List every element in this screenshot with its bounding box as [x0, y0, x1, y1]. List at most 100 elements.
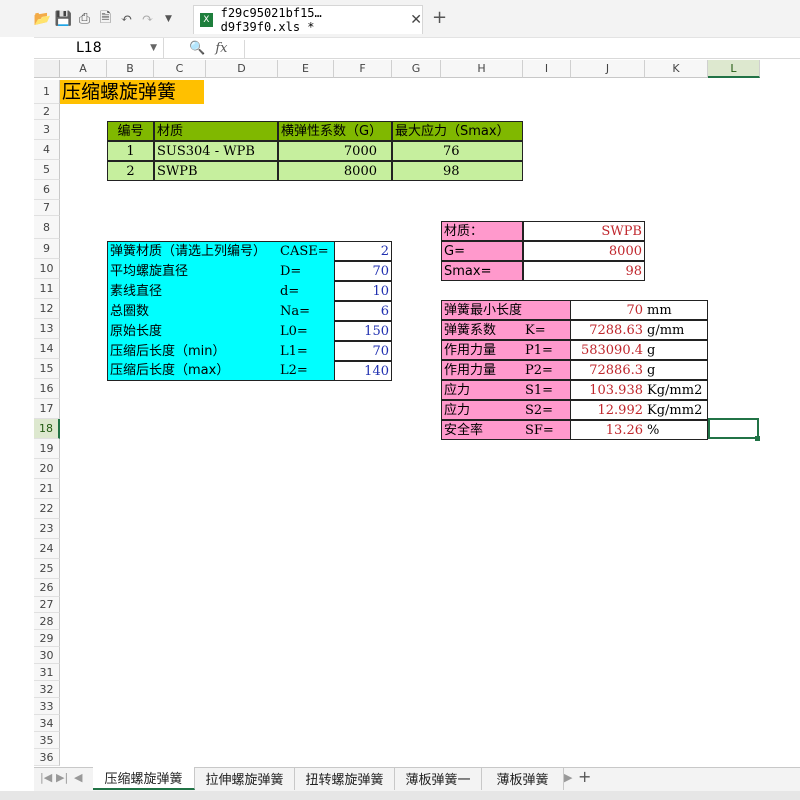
row-header-33[interactable]: 33 [34, 698, 60, 715]
result-label[interactable]: 应力 [441, 380, 523, 400]
material-info-label[interactable]: Smax= [441, 261, 523, 281]
row-header-13[interactable]: 13 [34, 319, 60, 339]
row-header-23[interactable]: 23 [34, 519, 60, 539]
add-sheet-button[interactable]: + [578, 767, 591, 786]
row-header-3[interactable]: 3 [34, 120, 60, 140]
material-cell[interactable]: 2 [107, 161, 154, 181]
column-header-a[interactable]: A [60, 60, 107, 78]
column-header-k[interactable]: K [645, 60, 708, 78]
input-value[interactable]: 10 [334, 281, 392, 301]
input-label[interactable]: 素线直径 [107, 281, 278, 301]
material-cell[interactable]: 76 [392, 141, 523, 161]
row-header-34[interactable]: 34 [34, 715, 60, 732]
material-info-value[interactable]: 98 [523, 261, 645, 281]
input-symbol[interactable]: L0= [278, 321, 334, 341]
material-info-value[interactable]: 8000 [523, 241, 645, 261]
column-header-b[interactable]: B [107, 60, 154, 78]
sheet-tab-5[interactable]: 薄板弹簧 [482, 767, 564, 790]
row-header-31[interactable]: 31 [34, 664, 60, 681]
sheet-tab-1[interactable]: 压缩螺旋弹簧 [93, 767, 195, 790]
last-sheet-icon[interactable]: ▶| [56, 771, 68, 784]
row-header-6[interactable]: 6 [34, 180, 60, 200]
result-label[interactable]: 应力 [441, 400, 523, 420]
sheet-title[interactable]: 压缩螺旋弹簧 [60, 80, 204, 104]
result-label[interactable]: 作用力量 [441, 360, 523, 380]
row-header-32[interactable]: 32 [34, 681, 60, 698]
row-header-27[interactable]: 27 [34, 597, 60, 613]
result-value[interactable]: 7288.63 [571, 320, 645, 340]
fill-handle[interactable] [755, 436, 760, 441]
result-label[interactable]: 作用力量 [441, 340, 523, 360]
result-unit[interactable]: % [645, 420, 708, 440]
row-header-12[interactable]: 12 [34, 299, 60, 319]
row-header-11[interactable]: 11 [34, 279, 60, 299]
undo-icon[interactable]: ↶ [118, 11, 135, 28]
row-header-30[interactable]: 30 [34, 647, 60, 664]
result-value[interactable]: 70 [571, 300, 645, 320]
formula-input[interactable] [244, 40, 800, 58]
row-header-28[interactable]: 28 [34, 613, 60, 630]
selected-cell-l18[interactable] [708, 418, 759, 439]
input-label[interactable]: 压缩后长度（min） [107, 341, 278, 361]
column-header-i[interactable]: I [523, 60, 571, 78]
column-header-c[interactable]: C [154, 60, 206, 78]
input-label[interactable]: 总圈数 [107, 301, 278, 321]
dropdown-icon[interactable]: ▼ [160, 11, 177, 28]
result-label[interactable]: 弹簧最小长度 [441, 300, 523, 320]
column-header-l[interactable]: L [708, 60, 760, 78]
column-header-h[interactable]: H [441, 60, 523, 78]
row-header-8[interactable]: 8 [34, 216, 60, 239]
redo-icon[interactable]: ↷ [139, 11, 156, 28]
row-header-20[interactable]: 20 [34, 459, 60, 479]
row-header-5[interactable]: 5 [34, 160, 60, 180]
row-header-26[interactable]: 26 [34, 579, 60, 597]
print-icon[interactable]: ⎙ [76, 11, 93, 28]
input-label[interactable]: 平均螺旋直径 [107, 261, 278, 281]
material-cell[interactable]: 8000 [278, 161, 392, 181]
row-header-24[interactable]: 24 [34, 539, 60, 559]
row-header-21[interactable]: 21 [34, 479, 60, 499]
print-preview-icon[interactable]: 🗎 [97, 10, 114, 28]
input-symbol[interactable]: d= [278, 281, 334, 301]
row-header-2[interactable]: 2 [34, 104, 60, 120]
result-symbol[interactable]: S2= [523, 400, 571, 420]
input-value[interactable]: 140 [334, 361, 392, 381]
result-value[interactable]: 103.938 [571, 380, 645, 400]
row-header-19[interactable]: 19 [34, 439, 60, 459]
material-header-g[interactable]: 横弹性系数（G） [278, 121, 392, 141]
result-value[interactable]: 12.992 [571, 400, 645, 420]
open-folder-icon[interactable]: 📂 [34, 11, 51, 28]
result-symbol[interactable]: P2= [523, 360, 571, 380]
result-unit[interactable]: g/mm [645, 320, 708, 340]
input-label[interactable]: 弹簧材质（请选上列编号） [107, 241, 278, 261]
column-header-f[interactable]: F [334, 60, 392, 78]
row-header-7[interactable]: 7 [34, 200, 60, 216]
result-value[interactable]: 583090.4 [571, 340, 645, 360]
result-unit[interactable]: Kg/mm2 [645, 400, 708, 420]
result-symbol[interactable]: K= [523, 320, 571, 340]
input-symbol[interactable]: D= [278, 261, 334, 281]
input-value[interactable]: 150 [334, 321, 392, 341]
material-info-value[interactable]: SWPB [523, 221, 645, 241]
input-value[interactable]: 6 [334, 301, 392, 321]
row-header-4[interactable]: 4 [34, 140, 60, 160]
column-header-e[interactable]: E [278, 60, 334, 78]
material-cell[interactable]: SUS304 - WPB [154, 141, 278, 161]
row-header-10[interactable]: 10 [34, 259, 60, 279]
sheet-tab-3[interactable]: 扭转螺旋弹簧 [295, 767, 395, 790]
next-sheet-icon[interactable]: ▶ [564, 771, 572, 784]
save-icon[interactable]: 💾 [55, 11, 72, 28]
material-cell[interactable]: SWPB [154, 161, 278, 181]
result-symbol[interactable]: S1= [523, 380, 571, 400]
result-unit[interactable]: Kg/mm2 [645, 380, 708, 400]
sheet-tab-4[interactable]: 薄板弹簧一 [395, 767, 482, 790]
row-header-36[interactable]: 36 [34, 749, 60, 766]
material-info-label[interactable]: G= [441, 241, 523, 261]
chevron-down-icon[interactable]: ▼ [150, 38, 157, 59]
zoom-formula-icon[interactable]: 🔍 [189, 41, 205, 56]
fx-icon[interactable]: fx [215, 41, 227, 56]
row-header-9[interactable]: 9 [34, 239, 60, 259]
row-header-18[interactable]: 18 [34, 419, 60, 439]
row-header-17[interactable]: 17 [34, 399, 60, 419]
sheet-tab-2[interactable]: 拉伸螺旋弹簧 [195, 767, 295, 790]
